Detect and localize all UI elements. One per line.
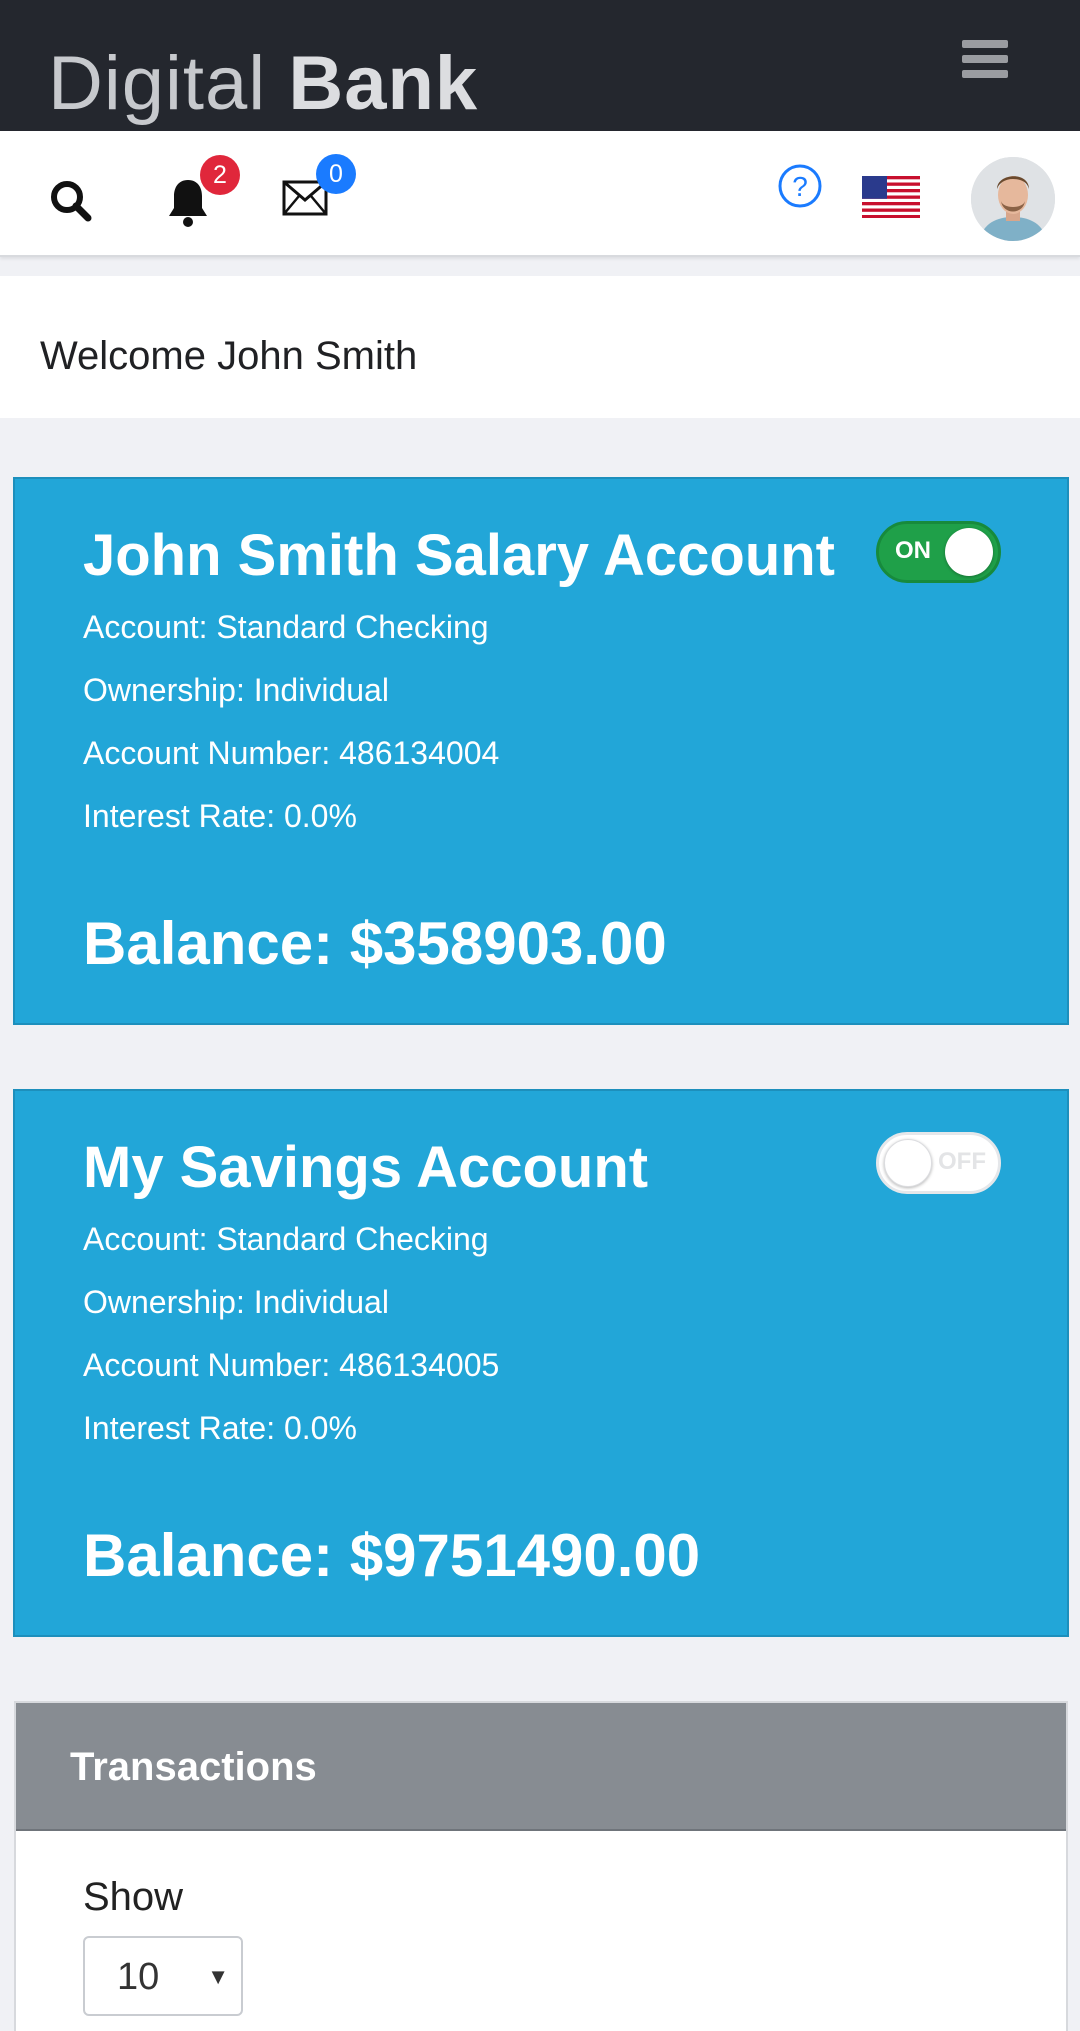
welcome-text: Welcome John Smith (40, 334, 418, 378)
messages-badge: 0 (316, 154, 356, 194)
account-card[interactable]: John Smith Salary Account ON Account: St… (13, 477, 1069, 1025)
account-balance: Balance: $358903.00 (83, 910, 667, 977)
account-toggle[interactable]: OFF (876, 1132, 1001, 1194)
account-balance: Balance: $9751490.00 (83, 1522, 701, 1589)
brand-light-text: Digital (48, 41, 267, 126)
account-name: My Savings Account (83, 1135, 649, 1200)
toggle-label: ON (895, 537, 931, 564)
brand-logo[interactable]: Digital Bank (48, 44, 478, 124)
account-type: Account: Standard Checking (83, 1221, 489, 1257)
top-navbar: Digital Bank (0, 0, 1080, 131)
toggle-knob (945, 528, 993, 576)
account-card[interactable]: My Savings Account OFF Account: Standard… (13, 1089, 1069, 1637)
us-flag-icon[interactable] (862, 176, 920, 218)
account-number: Account Number: 486134004 (83, 735, 500, 771)
account-ownership: Ownership: Individual (83, 1284, 389, 1320)
chevron-down-icon: ▼ (207, 1964, 229, 1989)
show-label: Show (83, 1875, 184, 1919)
account-toggle[interactable]: ON (876, 521, 1001, 583)
transactions-header: Transactions (16, 1703, 1066, 1831)
transactions-title: Transactions (70, 1745, 317, 1789)
transactions-panel: Transactions Show 10 ▼ (14, 1701, 1068, 2031)
menu-icon[interactable] (962, 40, 1010, 80)
toggle-knob (884, 1139, 932, 1187)
account-number: Account Number: 486134005 (83, 1347, 500, 1383)
page-size-select[interactable]: 10 ▼ (83, 1936, 243, 2016)
brand-bold-text: Bank (288, 41, 479, 126)
interest-rate: Interest Rate: 0.0% (83, 1410, 357, 1446)
interest-rate: Interest Rate: 0.0% (83, 798, 357, 834)
search-icon[interactable] (48, 178, 94, 224)
svg-text:?: ? (792, 171, 808, 202)
account-ownership: Ownership: Individual (83, 672, 389, 708)
notifications-badge: 2 (200, 155, 240, 195)
toggle-label: OFF (938, 1148, 986, 1175)
account-type: Account: Standard Checking (83, 609, 489, 645)
page-size-value: 10 (117, 1956, 160, 1998)
help-icon[interactable]: ? (777, 163, 823, 209)
avatar[interactable] (971, 157, 1055, 241)
welcome-section: Welcome John Smith (0, 276, 1080, 418)
account-name: John Smith Salary Account (83, 523, 835, 588)
